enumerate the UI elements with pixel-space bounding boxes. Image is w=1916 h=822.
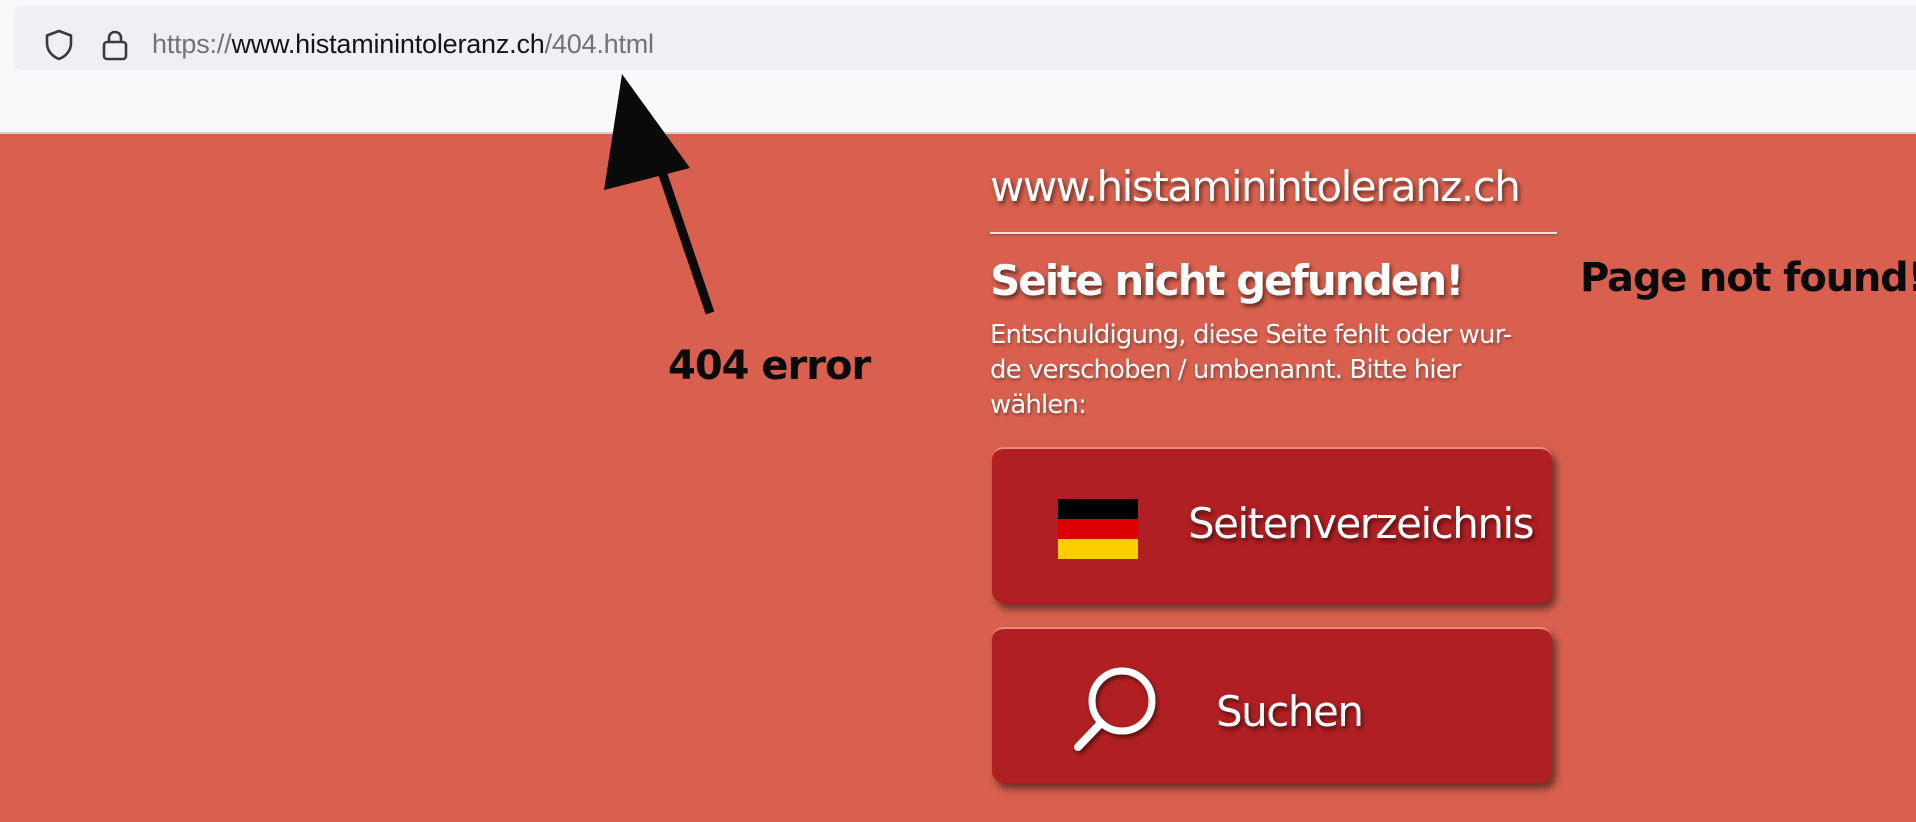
address-bar[interactable]: https://www.histaminintoleranz.ch/404.ht…	[14, 6, 1916, 70]
annotation-page-not-found: Page not found!	[1580, 255, 1916, 301]
page-heading: Seite nicht gefunden!	[990, 256, 1464, 305]
error-message-line: de verschoben / umbenannt. Bitte hier	[990, 355, 1461, 385]
sitemap-button[interactable]: Seitenverzeichnis	[992, 447, 1552, 603]
url-text[interactable]: https://www.histaminintoleranz.ch/404.ht…	[152, 26, 654, 62]
shield-icon[interactable]	[44, 28, 74, 62]
error-message: Entschuldigung, diese Seite fehlt oder w…	[990, 318, 1550, 423]
error-content: www.histaminintoleranz.ch Seite nicht ge…	[990, 160, 1558, 423]
annotation-arrow	[604, 74, 715, 315]
error-message-line: Entschuldigung, diese Seite fehlt oder w…	[990, 320, 1512, 350]
url-domain: www.histaminintoleranz.ch	[231, 29, 545, 59]
sitemap-button-label: Seitenverzeichnis	[1188, 499, 1535, 548]
search-icon	[1074, 667, 1156, 751]
divider	[990, 232, 1557, 234]
browser-toolbar: https://www.histaminintoleranz.ch/404.ht…	[0, 0, 1916, 134]
url-path: /404.html	[544, 29, 654, 59]
url-protocol: https://	[152, 29, 232, 59]
error-message-line: wählen:	[990, 390, 1087, 420]
site-title[interactable]: www.histaminintoleranz.ch	[990, 160, 1558, 214]
search-button-label: Suchen	[1216, 687, 1364, 736]
german-flag-icon	[1058, 499, 1138, 559]
annotation-404-error: 404 error	[668, 343, 871, 389]
lock-icon[interactable]	[100, 28, 130, 62]
search-button[interactable]: Suchen	[992, 627, 1552, 783]
